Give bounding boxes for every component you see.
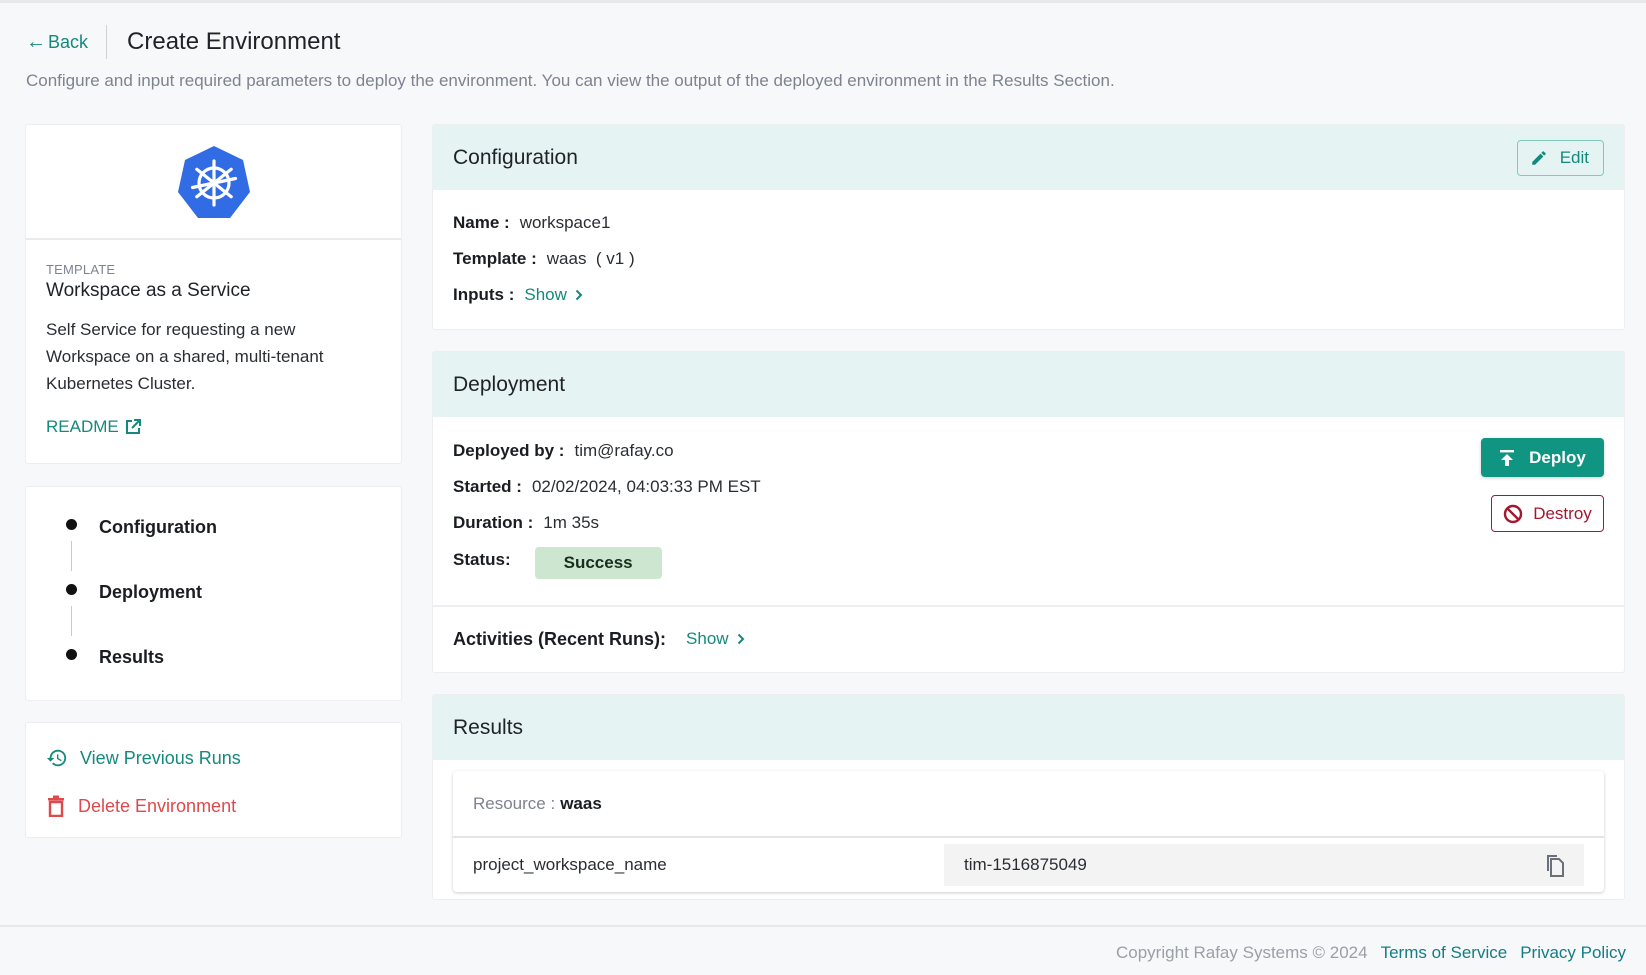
back-label: Back (48, 31, 89, 52)
deployed-by-value: tim@rafay.co (574, 441, 674, 460)
step-label: Configuration (99, 516, 217, 537)
step-label: Deployment (99, 581, 203, 602)
deploy-button[interactable]: Deploy (1481, 438, 1604, 477)
copy-icon (1547, 855, 1564, 877)
readme-label: README (46, 417, 119, 436)
privacy-policy-link[interactable]: Privacy Policy (1520, 943, 1626, 963)
page-description: Configure and input required parameters … (26, 71, 1115, 90)
step-dot (66, 583, 77, 595)
activities-show-link[interactable]: Show (686, 629, 745, 649)
deployment-title: Deployment (453, 372, 566, 396)
output-value: tim-1516875049 (964, 855, 1087, 874)
step-connector (71, 606, 72, 636)
output-key: project_workspace_name (473, 855, 667, 874)
step-connector (71, 541, 72, 571)
configuration-panel: Configuration Edit Name : workspace1 Tem… (432, 124, 1625, 330)
edit-label: Edit (1559, 147, 1589, 167)
results-panel: Results Resource : waas project_workspac… (432, 694, 1625, 900)
copy-button[interactable] (1544, 853, 1564, 877)
resource-value: waas (560, 793, 602, 813)
started-value: 02/02/2024, 04:03:33 PM EST (531, 477, 761, 496)
external-link-icon (125, 419, 141, 434)
results-title: Results (453, 715, 524, 739)
template-description: Self Service for requesting a new Worksp… (46, 320, 324, 393)
deploy-label: Deploy (1529, 447, 1586, 467)
started-label: Started : (453, 477, 522, 496)
activities-row: Activities (Recent Runs): Show (433, 607, 1624, 671)
status-label: Status: (453, 550, 511, 569)
activities-label: Activities (Recent Runs): (453, 628, 667, 649)
back-button[interactable]: ← Back (26, 25, 108, 59)
kubernetes-helm-icon (177, 145, 250, 218)
history-icon (46, 749, 67, 767)
upload-icon (1500, 449, 1515, 466)
step-label: Results (99, 646, 165, 667)
step-dot (66, 648, 77, 660)
template-label: Template : (453, 249, 537, 268)
started-row: Started : 02/02/2024, 04:03:33 PM EST (453, 475, 1604, 499)
delete-environment-link[interactable]: Delete Environment (46, 795, 401, 817)
chevron-right-icon (575, 289, 583, 301)
chevron-right-icon (737, 633, 744, 645)
output-value-field: tim-1516875049 (944, 844, 1584, 886)
resource-header: Resource : waas (453, 771, 1604, 838)
configuration-title: Configuration (453, 145, 578, 169)
step-dot (66, 518, 77, 530)
delete-environment-label: Delete Environment (78, 795, 237, 816)
page-header: ← Back Create Environment Configure and … (26, 25, 1620, 91)
template-name: Workspace as a Service (46, 280, 251, 301)
duration-label: Duration : (453, 513, 534, 532)
main-content: Configuration Edit Name : workspace1 Tem… (432, 124, 1625, 900)
arrow-left-icon: ← (26, 30, 46, 53)
inputs-show-label: Show (524, 285, 567, 304)
template-value: waas ( v1 ) (546, 249, 635, 268)
template-kicker: TEMPLATE (46, 262, 116, 277)
resource-label: Resource : (473, 793, 556, 813)
trash-icon (48, 795, 64, 817)
destroy-label: Destroy (1533, 503, 1592, 523)
pencil-icon (1531, 150, 1546, 165)
footer: Copyright Rafay Systems © 2024 Terms of … (0, 925, 1646, 975)
inputs-label: Inputs : (453, 285, 515, 304)
edit-button[interactable]: Edit (1516, 139, 1604, 176)
step-configuration[interactable]: Configuration (66, 517, 401, 537)
status-row: Status: Success (453, 547, 1604, 579)
duration-value: 1m 35s (543, 513, 600, 532)
destroy-button[interactable]: Destroy (1491, 495, 1604, 532)
readme-link[interactable]: README (46, 417, 141, 437)
status-badge: Success (534, 547, 662, 579)
name-label: Name : (453, 213, 510, 232)
view-previous-runs-label: View Previous Runs (80, 747, 241, 768)
copyright-text: Copyright Rafay Systems © 2024 (1116, 942, 1368, 962)
terms-of-service-link[interactable]: Terms of Service (1381, 943, 1508, 963)
left-sidebar: TEMPLATE Workspace as a Service Self Ser… (25, 124, 402, 838)
view-previous-runs-link[interactable]: View Previous Runs (46, 747, 401, 769)
deployment-panel: Deployment Deployed by : tim@rafay.co St… (432, 351, 1625, 673)
results-table: Resource : waas project_workspace_name t… (453, 771, 1604, 892)
actions-card: View Previous Runs Delete Environment (25, 722, 402, 838)
deployed-by-label: Deployed by : (453, 441, 565, 460)
inputs-show-link[interactable]: Show (524, 285, 583, 305)
page-title: Create Environment (127, 28, 341, 55)
deployed-by-row: Deployed by : tim@rafay.co (453, 439, 1604, 463)
block-icon (1504, 504, 1523, 523)
template-card: TEMPLATE Workspace as a Service Self Ser… (25, 124, 402, 464)
activities-show-label: Show (686, 629, 729, 648)
config-name-row: Name : workspace1 (453, 211, 1604, 235)
duration-row: Duration : 1m 35s (453, 511, 1604, 535)
name-value: workspace1 (519, 213, 611, 232)
config-inputs-row: Inputs : Show (453, 283, 1604, 307)
step-results[interactable]: Results (66, 647, 401, 667)
step-deployment[interactable]: Deployment (66, 582, 401, 602)
table-row: project_workspace_name tim-1516875049 (453, 838, 1604, 892)
steps-navigation: Configuration Deployment Results (25, 486, 402, 701)
config-template-row: Template : waas ( v1 ) (453, 247, 1604, 271)
